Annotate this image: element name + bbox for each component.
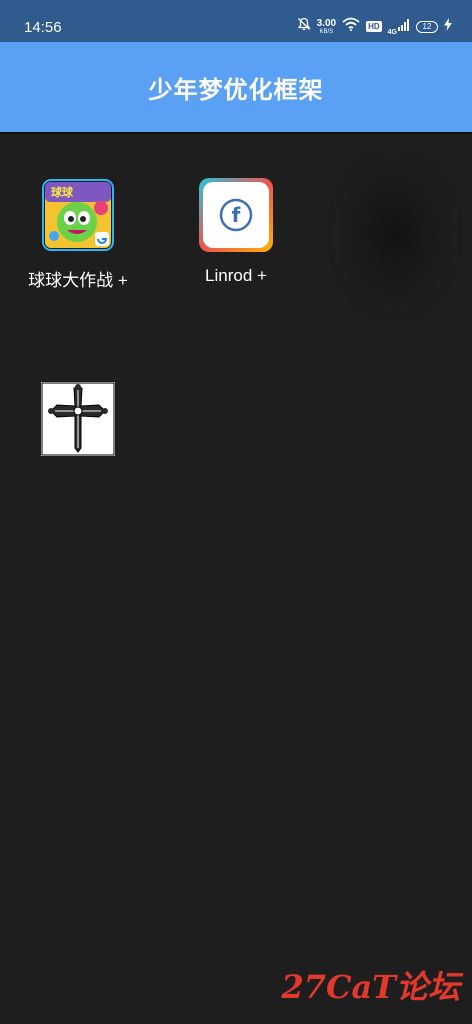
app-label-battle-of-balls: 球球大作战 + <box>28 271 128 290</box>
blurred-region <box>340 160 450 310</box>
page-title: 少年梦优化框架 <box>148 76 324 104</box>
watermark: 27CaT论坛 <box>281 962 460 1008</box>
signal-group: 4G <box>388 18 410 36</box>
svg-text:球球: 球球 <box>51 185 74 199</box>
charging-bolt-icon <box>444 17 452 36</box>
app-item-linrod[interactable]: f Linrod + <box>176 178 296 286</box>
battery-level: 12 <box>422 22 432 31</box>
app-label-linrod: Linrod + <box>205 266 267 285</box>
signal-icon <box>398 18 410 36</box>
hd-badge: HD <box>366 21 382 32</box>
battery-icon: 12 <box>416 20 438 33</box>
wifi-icon <box>342 17 360 36</box>
gothic-cross-icon <box>41 382 115 456</box>
net-speed-value: 3.00 <box>316 17 337 29</box>
app-item-gothic-cross[interactable] <box>18 382 138 456</box>
battle-of-balls-icon: 球球 <box>41 178 115 252</box>
app-header: 少年梦优化框架 <box>0 42 472 134</box>
status-time: 14:56 <box>24 19 62 36</box>
watermark-text: 27CaT论坛 <box>281 968 460 1006</box>
status-bar: 14:56 3.00 KB/S HD 4G 12 <box>0 0 472 42</box>
network-type-label: 4G <box>387 28 397 36</box>
status-icons: 3.00 KB/S HD 4G 12 <box>297 17 452 36</box>
app-item-battle-of-balls[interactable]: 球球 球球大作战 + <box>18 178 138 291</box>
bell-off-icon <box>297 17 311 36</box>
svg-text:f: f <box>232 203 241 227</box>
net-speed: 3.00 KB/S <box>316 17 337 35</box>
facebook-f-icon: f <box>199 178 273 252</box>
net-speed-unit: KB/S <box>319 28 334 35</box>
